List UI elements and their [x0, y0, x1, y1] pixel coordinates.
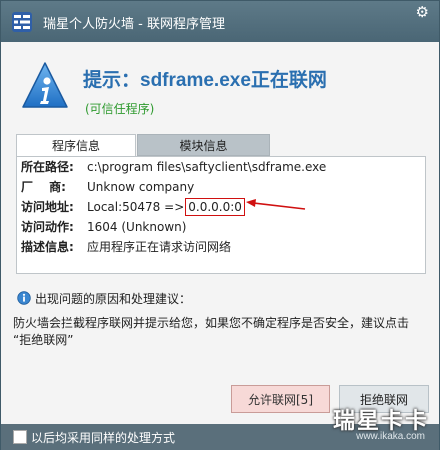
remember-choice-label: 以后均采用同样的处理方式 [31, 431, 176, 445]
watermark-url: www.ikaka.com [356, 431, 425, 442]
red-arrow-annotation [246, 199, 306, 210]
remember-choice-checkbox[interactable] [13, 430, 27, 444]
path-label: 所在路径: [21, 160, 74, 174]
window-title: 瑞星个人防火墙 - 联网程序管理 [43, 17, 225, 32]
advice-heading-row: 出现问题的原因和处理建议： [17, 290, 191, 308]
address-local: Local:50478 => [87, 200, 185, 214]
address-remote: 0.0.0.0:0 [185, 198, 245, 216]
alert-headline: 提示：sdframe.exe正在联网 [83, 70, 327, 91]
tab-bar: 程序信息 模块信息 [16, 134, 426, 156]
trust-status: (可信任程序) [85, 102, 155, 116]
advice-line-1: 防火墙会拦截程序联网并提示给您，如果您不确定程序是否安全，建议点击 [13, 316, 410, 330]
watermark: 瑞星卡卡 www.ikaka.com [303, 403, 433, 449]
firewall-shield-icon [12, 12, 32, 32]
address-row: 访问地址: Local:50478 => 0.0.0.0:0 [21, 198, 245, 216]
firewall-dialog: 瑞星个人防火墙 - 联网程序管理 ⚙ 提示：sdframe.exe正在联网 (可… [0, 0, 440, 450]
advice-heading: 出现问题的原因和处理建议： [35, 292, 192, 306]
program-info-panel: 所在路径: c:\program files\saftyclient\sdfram… [16, 156, 426, 274]
vendor-row: 厂 商: Unknow company [21, 178, 194, 196]
action-label: 访问动作: [21, 220, 74, 234]
bulb-info-icon [17, 291, 31, 305]
tab-program-info[interactable]: 程序信息 [16, 134, 136, 156]
description-row: 描述信息: 应用程序正在请求访问网络 [21, 238, 231, 256]
vendor-value: Unknow company [87, 180, 195, 194]
address-label: 访问地址: [21, 200, 74, 214]
title-bar[interactable]: 瑞星个人防火墙 - 联网程序管理 ⚙ [1, 1, 439, 42]
action-value: 1604 (Unknown) [87, 220, 187, 234]
gear-icon[interactable]: ⚙ [416, 3, 429, 21]
advice-line-2: “拒绝联网” [13, 333, 74, 347]
path-value: c:\program files\saftyclient\sdframe.exe [87, 160, 327, 174]
description-value: 应用程序正在请求访问网络 [87, 240, 232, 254]
advice-text: 防火墙会拦截程序联网并提示给您，如果您不确定程序是否安全，建议点击 “拒绝联网” [13, 315, 431, 349]
tab-module-info[interactable]: 模块信息 [137, 134, 270, 156]
vendor-label: 厂 商: [21, 180, 66, 194]
path-row: 所在路径: c:\program files\saftyclient\sdfram… [21, 158, 326, 176]
action-row: 访问动作: 1604 (Unknown) [21, 218, 186, 236]
alert-header: 提示：sdframe.exe正在联网 (可信任程序) [21, 61, 421, 121]
info-icon [22, 62, 68, 108]
description-label: 描述信息: [21, 240, 74, 254]
